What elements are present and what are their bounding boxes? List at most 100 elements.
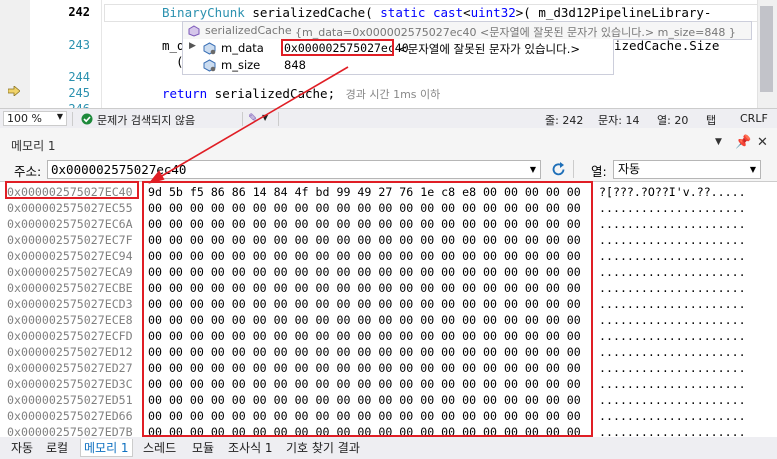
code-token: < [463,5,471,20]
highlight-box [142,181,593,437]
line-number: 242 [68,5,90,19]
divider [242,112,243,126]
memory-chars[interactable]: ..................... [599,376,746,392]
memory-chars[interactable]: ?[???.?O??I'v.??..... [599,184,746,200]
address-label: 주소: [14,164,42,179]
memory-chars[interactable]: ..................... [599,216,746,232]
datatip-header-value: {m_data=0x000002575027ec40 <문자열에 잘못된 문자가… [295,26,736,39]
tab-threads[interactable]: 스레드 [143,439,176,457]
keyword-token: static [380,5,426,20]
divider [72,112,73,126]
field-icon [203,59,216,72]
memory-address: 0x000002575027EC6A [7,217,133,231]
datatip-row-m-data[interactable]: ▶ m_data 0x000002575027ec40 <문자열에 잘못된 문자… [183,40,613,57]
memory-address: 0x000002575027ED66 [7,409,133,423]
char-indicator[interactable]: 문자: 14 [598,112,639,128]
memory-address: 0x000002575027ECD3 [7,297,133,311]
tab-memory-1[interactable]: 메모리 1 [80,439,133,457]
pin-icon[interactable]: 📌 [735,135,751,150]
variable-icon [188,25,200,37]
tab-locals[interactable]: 로컬 [46,439,68,457]
next-statement-arrow-icon [8,86,20,96]
chevron-down-icon: ▼ [56,112,63,121]
debug-tool-tabs: 자동 로컬 메모리 1 스레드 모듈 조사식 1 기호 찾기 결과 [0,437,777,459]
tab-autos[interactable]: 자동 [11,439,33,457]
memory-address: 0x000002575027ECBE [7,281,133,295]
memory-address: 0x000002575027ED3C [7,377,133,391]
tab-find-symbol-results[interactable]: 기호 찾기 결과 [286,439,360,457]
memory-chars[interactable]: ..................... [599,312,746,328]
type-token: BinaryChunk [162,5,245,20]
highlight-box [5,181,139,199]
memory-address: 0x000002575027ECE8 [7,313,133,327]
chevron-down-icon: ▼ [749,165,756,174]
keyword-token: uint32 [470,5,516,20]
code-token: serializedCache; [207,86,336,101]
columns-dropdown-value: 자동 [618,162,641,176]
datatip-header[interactable]: serializedCache {m_data=0x000002575027ec… [182,21,752,40]
line-number-gutter: 242 243 244 245 246 [30,0,102,116]
memory-chars[interactable]: ..................... [599,408,746,424]
check-icon [81,113,93,125]
issues-status[interactable]: 문제가 검색되지 않음 [97,112,195,128]
code-line-245[interactable]: return serializedCache; 경과 시간 1ms 이하 [162,86,440,102]
memory-address: 0x000002575027ECFD [7,329,133,343]
expand-arrow-icon[interactable]: ▶ [189,41,196,51]
highlight-box [281,39,394,56]
memory-address: 0x000002575027EC94 [7,249,133,263]
line-number: 244 [68,70,90,84]
refresh-icon[interactable] [550,161,567,178]
column-indicator[interactable]: 열: 20 [657,112,688,128]
line-indicator[interactable]: 줄: 242 [545,112,583,128]
address-input-value: 0x000002575027ec40 [51,162,187,177]
memory-chars[interactable]: ..................... [599,280,746,296]
memory-address: 0x000002575027EC7F [7,233,133,247]
chevron-down-icon[interactable]: ▼ [262,113,268,122]
divider [573,160,574,178]
perf-tip[interactable]: 경과 시간 1ms 이하 [335,88,441,101]
datatip-row-m-size[interactable]: m_size 848 [183,57,613,74]
memory-chars[interactable]: ..................... [599,328,746,344]
zoom-dropdown[interactable]: 100 % ▼ [3,111,67,126]
memory-address: 0x000002575027ED27 [7,361,133,375]
memory-chars[interactable]: ..................... [599,264,746,280]
columns-label: 열: [591,164,607,179]
memory-address: 0x000002575027ECA9 [7,265,133,279]
datatip-body[interactable]: ▶ m_data 0x000002575027ec40 <문자열에 잘못된 문자… [182,39,614,75]
perf-tip-text: 경과 시간 1ms 이하 [345,88,441,101]
editor-scroll-thumb[interactable] [760,6,773,92]
brush-icon[interactable]: ✎ [248,111,258,125]
memory-window-titlebar[interactable]: 메모리 1 ▼ 📌 ✕ [0,134,777,154]
memory-chars[interactable]: ..................... [599,296,746,312]
line-number: 243 [68,38,90,52]
eol-indicator[interactable]: CRLF [740,112,768,125]
editor-status-bar: 100 % ▼ 문제가 검색되지 않음 ✎ ▼ 줄: 242 문자: 14 열: … [0,108,777,128]
tab-indicator[interactable]: 탭 [706,112,716,128]
memory-chars[interactable]: ..................... [599,392,746,408]
memory-chars[interactable]: ..................... [599,344,746,360]
code-line-243-tail[interactable]: izedCache.Size [614,38,719,53]
datatip-header-name: serializedCache [205,24,292,37]
memory-chars[interactable]: ..................... [599,200,746,216]
datatip-field-value[interactable]: 848 [284,58,306,72]
memory-chars[interactable]: ..................... [599,360,746,376]
datatip-field-name: m_size [221,58,261,72]
tab-watch-1[interactable]: 조사식 1 [228,439,273,457]
tab-modules[interactable]: 모듈 [192,439,214,457]
code-token: >( m_d3d12PipelineLibrary- [515,5,712,20]
address-input[interactable]: 0x000002575027ec40 ▼ [47,160,541,179]
close-icon[interactable]: ✕ [757,135,768,150]
chevron-down-icon[interactable]: ▼ [530,161,536,178]
datatip-field-note: <문자열에 잘못된 문자가 있습니다.> [398,42,581,56]
divider [278,112,279,126]
columns-dropdown[interactable]: 자동 ▼ [613,160,761,179]
memory-chars[interactable]: ..................... [599,248,746,264]
field-icon [203,42,216,55]
datatip-field-name: m_data [221,41,264,55]
memory-chars[interactable]: ..................... [599,232,746,248]
memory-address: 0x000002575027EC55 [7,201,133,215]
memory-address: 0x000002575027ED51 [7,393,133,407]
window-options-icon[interactable]: ▼ [715,137,722,147]
code-line-242[interactable]: BinaryChunk serializedCache( static cast… [162,5,711,20]
